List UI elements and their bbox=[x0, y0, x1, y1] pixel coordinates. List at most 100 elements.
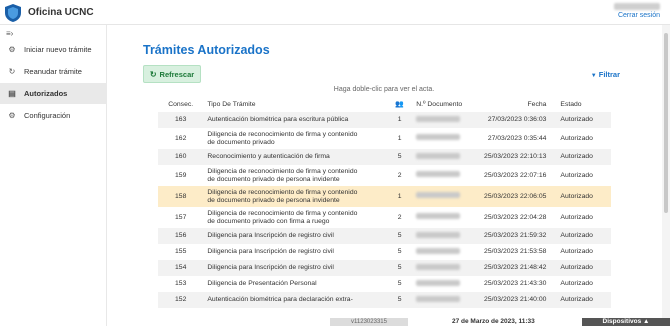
cell-count: 2 bbox=[397, 213, 402, 221]
column-header-documento[interactable]: N.º Documento bbox=[412, 96, 473, 112]
cell-estado: Autorizado bbox=[560, 116, 593, 124]
main-content: Trámites Autorizados ↻ Refrescar ▼ Filtr… bbox=[108, 25, 660, 326]
redacted-document-number bbox=[416, 152, 461, 159]
app-window: Oficina UCNC Cerrar sesión ≡› ⚙ Iniciar … bbox=[0, 0, 670, 326]
sidebar-item-reanudar[interactable]: ↻ Reanudar trámite bbox=[0, 61, 107, 82]
cell-consec: 159 bbox=[175, 171, 187, 179]
cell-fecha: 25/03/2023 22:04:28 bbox=[484, 213, 547, 221]
cell-tipo: Diligencia de reconocimiento de firma y … bbox=[203, 165, 387, 186]
cell-tipo: Diligencia para Inscripción de registro … bbox=[203, 244, 387, 260]
table-row[interactable]: 162 Diligencia de reconocimiento de firma… bbox=[158, 128, 611, 149]
authorized-table: Consec. Tipo De Trámite 👥 N.º Documento … bbox=[158, 96, 611, 308]
cell-fecha: 25/03/2023 21:40:00 bbox=[484, 296, 547, 304]
table-row[interactable]: 160 Reconocimiento y autenticación de fir… bbox=[158, 149, 611, 165]
cell-fecha: 27/03/2023 0:36:03 bbox=[487, 116, 547, 124]
column-header-fecha[interactable]: Fecha bbox=[473, 96, 551, 112]
cell-tipo-line: Autenticación biométrica para escritura … bbox=[207, 116, 349, 124]
cell-tipo: Diligencia de reconocimiento de firma y … bbox=[203, 207, 387, 228]
refresh-icon: ↻ bbox=[8, 67, 16, 76]
sidebar-item-autorizados[interactable]: ▤ Autorizados bbox=[0, 83, 107, 104]
cell-tipo: Autenticación biométrica para escritura … bbox=[203, 112, 387, 128]
redacted-document-number bbox=[416, 213, 461, 220]
scrollbar-thumb[interactable] bbox=[664, 33, 668, 213]
refresh-button[interactable]: ↻ Refrescar bbox=[143, 65, 201, 83]
cell-consec: 156 bbox=[175, 232, 187, 240]
redacted-document-number bbox=[416, 279, 461, 286]
cell-count: 1 bbox=[397, 116, 402, 124]
cell-documento bbox=[412, 165, 473, 186]
cell-count: 5 bbox=[397, 232, 402, 240]
cell-documento bbox=[412, 244, 473, 260]
devices-button[interactable]: Dispositivos ▲ bbox=[582, 318, 670, 326]
cell-consec: 163 bbox=[175, 116, 187, 124]
logout-link[interactable]: Cerrar sesión bbox=[618, 12, 660, 19]
gear-icon: ⚙ bbox=[8, 111, 16, 120]
filter-icon: ▼ bbox=[590, 73, 597, 79]
cell-estado: Autorizado bbox=[560, 192, 593, 200]
filter-label: Filtrar bbox=[598, 70, 620, 79]
vertical-scrollbar[interactable] bbox=[662, 25, 670, 326]
cell-count: 5 bbox=[397, 153, 402, 161]
table-row[interactable]: 155 Diligencia para Inscripción de regist… bbox=[158, 244, 611, 260]
cell-tipo-line: Diligencia de reconocimiento de firma y … bbox=[207, 188, 358, 196]
filter-button[interactable]: ▼ Filtrar bbox=[591, 70, 620, 79]
cell-documento bbox=[412, 112, 473, 128]
gear-icon: ⚙ bbox=[8, 45, 16, 54]
top-bar: Oficina UCNC Cerrar sesión bbox=[0, 0, 670, 25]
cell-documento bbox=[412, 228, 473, 244]
table-row[interactable]: 153 Diligencia de Presentación Personal 5 2… bbox=[158, 276, 611, 292]
redacted-document-number bbox=[416, 134, 461, 141]
sidebar-item-iniciar[interactable]: ⚙ Iniciar nuevo trámite bbox=[0, 39, 107, 60]
cell-tipo: Diligencia para Inscripción de registro … bbox=[203, 260, 387, 276]
table-row[interactable]: 158 Diligencia de reconocimiento de firma… bbox=[158, 186, 611, 207]
cell-documento bbox=[412, 276, 473, 292]
cell-fecha: 25/03/2023 21:53:58 bbox=[484, 248, 547, 256]
table-row[interactable]: 157 Diligencia de reconocimiento de firma… bbox=[158, 207, 611, 228]
column-header-consec[interactable]: Consec. bbox=[158, 96, 203, 112]
cell-fecha: 27/03/2023 0:35:44 bbox=[487, 134, 547, 142]
cell-tipo-line: Reconocimiento y autenticación de firma bbox=[207, 153, 330, 161]
cell-tipo-line: de documento privado bbox=[207, 138, 275, 146]
cell-tipo: Diligencia de reconocimiento de firma y … bbox=[203, 186, 387, 207]
document-icon: ▤ bbox=[8, 89, 16, 98]
cell-tipo-line: de documento privado de persona invident… bbox=[207, 196, 340, 204]
table-row[interactable]: 154 Diligencia para Inscripción de regist… bbox=[158, 260, 611, 276]
cell-consec: 153 bbox=[175, 280, 187, 288]
table-row[interactable]: 156 Diligencia para Inscripción de regist… bbox=[158, 228, 611, 244]
cell-fecha: 25/03/2023 22:10:13 bbox=[484, 153, 547, 161]
table-header-row: Consec. Tipo De Trámite 👥 N.º Documento … bbox=[158, 96, 611, 112]
column-header-tipo[interactable]: Tipo De Trámite bbox=[203, 96, 387, 112]
redacted-document-number bbox=[416, 263, 461, 270]
cell-documento bbox=[412, 149, 473, 165]
cell-tipo-line: Diligencia de reconocimiento de firma y … bbox=[207, 209, 358, 217]
table-row[interactable]: 163 Autenticación biométrica para escritu… bbox=[158, 112, 611, 128]
sidebar-item-configuracion[interactable]: ⚙ Configuración bbox=[0, 105, 107, 126]
users-icon[interactable]: 👥 bbox=[387, 96, 412, 112]
cell-consec: 157 bbox=[175, 213, 187, 221]
menu-toggle-icon[interactable]: ≡› bbox=[6, 29, 13, 38]
refresh-icon: ↻ bbox=[149, 69, 157, 79]
table-row[interactable]: 159 Diligencia de reconocimiento de firma… bbox=[158, 165, 611, 186]
cell-fecha: 25/03/2023 21:43:30 bbox=[484, 280, 547, 288]
redacted-document-number bbox=[416, 295, 461, 302]
shield-logo-icon bbox=[5, 4, 21, 22]
cell-tipo-line: de documento privado de persona invident… bbox=[207, 175, 340, 183]
table-row[interactable]: 152 Autenticación biométrica para declara… bbox=[158, 292, 611, 308]
column-header-estado[interactable]: Estado bbox=[550, 96, 611, 112]
cell-consec: 155 bbox=[175, 248, 187, 256]
app-title: Oficina UCNC bbox=[28, 7, 94, 18]
cell-tipo: Diligencia para Inscripción de registro … bbox=[203, 228, 387, 244]
cell-estado: Autorizado bbox=[560, 264, 593, 272]
cell-estado: Autorizado bbox=[560, 171, 593, 179]
cell-documento bbox=[412, 207, 473, 228]
cell-estado: Autorizado bbox=[560, 153, 593, 161]
cell-consec: 154 bbox=[175, 264, 187, 272]
footer-date: 27 de Marzo de 2023, 11:33 bbox=[452, 318, 535, 325]
cell-documento bbox=[412, 292, 473, 308]
cell-tipo-line: Diligencia para Inscripción de registro … bbox=[207, 248, 334, 256]
table-body: 163 Autenticación biométrica para escritu… bbox=[158, 112, 611, 308]
user-name-redacted bbox=[614, 3, 660, 10]
cell-tipo-line: de documento privado con firma a ruego bbox=[207, 217, 330, 225]
double-click-hint: Haga doble-clic para ver el acta. bbox=[333, 86, 435, 93]
cell-consec: 152 bbox=[175, 296, 187, 304]
